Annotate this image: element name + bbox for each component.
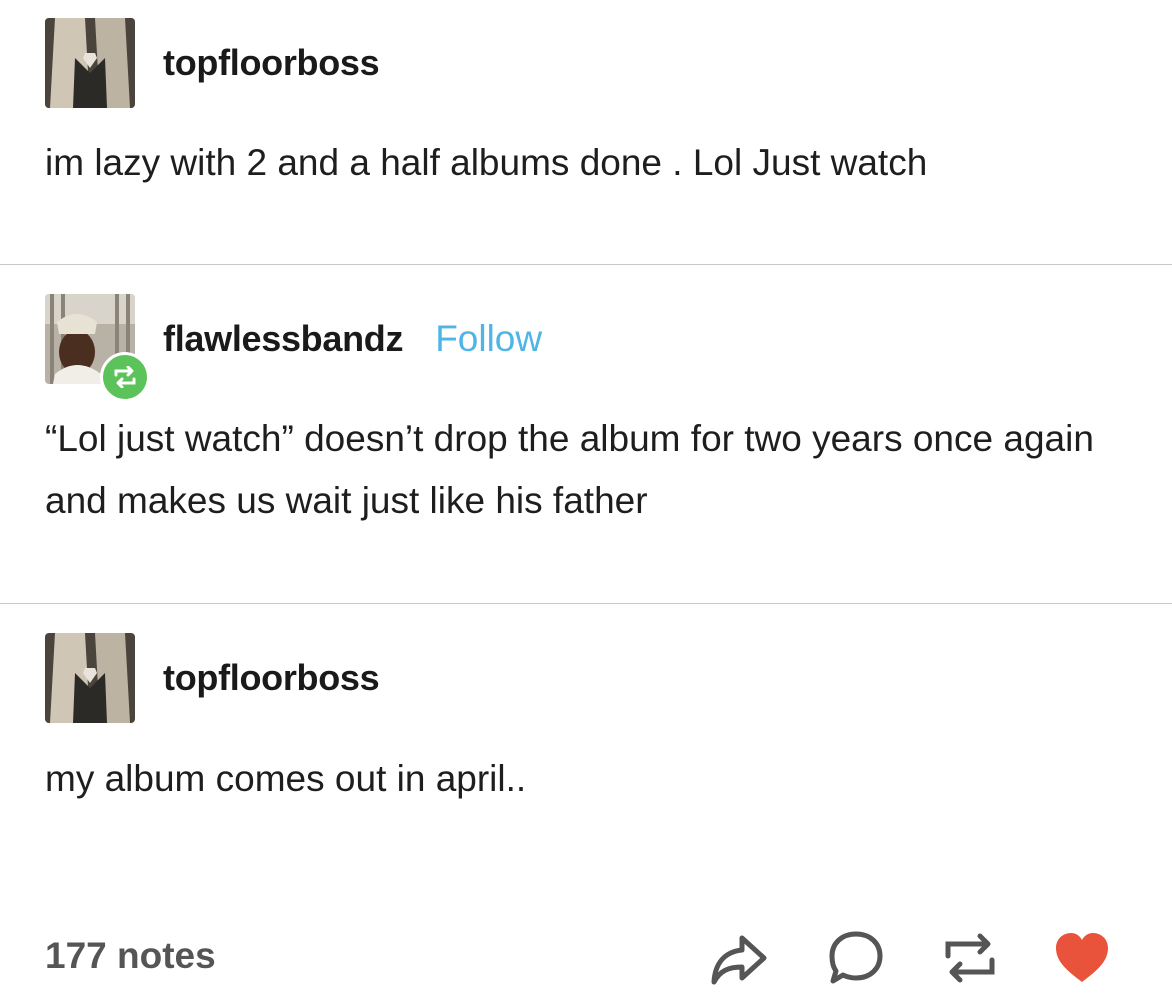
post-text: im lazy with 2 and a half albums done . … — [45, 142, 928, 183]
post-text: my album comes out in april.. — [45, 758, 527, 799]
username[interactable]: flawlessbandz — [163, 318, 403, 360]
heart-icon — [1056, 933, 1108, 982]
reblog-icon — [945, 933, 995, 983]
reblog-icon — [114, 366, 136, 388]
follow-link[interactable]: Follow — [435, 318, 542, 360]
post-text: “Lol just watch” doesn’t drop the album … — [45, 418, 1094, 521]
comment-icon — [829, 931, 883, 984]
post-header: topfloorboss — [45, 18, 380, 108]
username[interactable]: topfloorboss — [163, 657, 380, 699]
reblog-badge — [100, 352, 150, 402]
like-button[interactable] — [1052, 928, 1112, 988]
post-header: topfloorboss — [45, 633, 380, 723]
avatar[interactable] — [45, 633, 135, 723]
reblog-button[interactable] — [940, 928, 1000, 988]
post-header: flawlessbandz Follow — [45, 294, 542, 402]
divider — [0, 264, 1172, 265]
avatar[interactable] — [45, 18, 135, 108]
comment-button[interactable] — [826, 928, 886, 988]
share-button[interactable] — [708, 928, 768, 988]
divider — [0, 603, 1172, 604]
username[interactable]: topfloorboss — [163, 42, 380, 84]
post-footer: 177 notes — [0, 920, 1172, 1000]
share-icon — [711, 935, 767, 985]
notes-count[interactable]: 177 notes — [45, 935, 216, 977]
